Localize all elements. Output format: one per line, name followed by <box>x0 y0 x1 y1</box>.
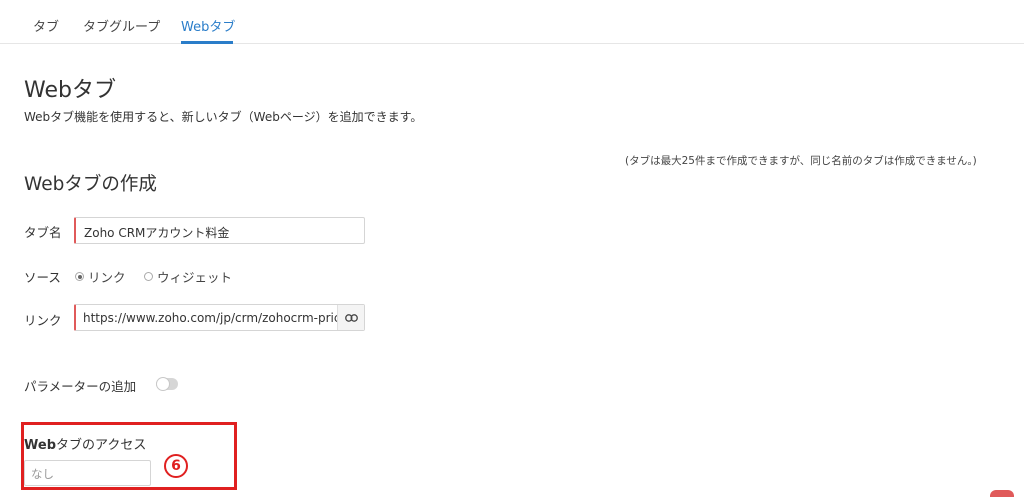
step-number-badge: 6 <box>164 454 188 478</box>
page-description: Webタブ機能を使用すると、新しいタブ（Webページ）を追加できます。 <box>24 110 423 124</box>
tab-web-tabs[interactable]: Webタブ <box>181 16 235 35</box>
web-tab-access-field[interactable]: なし <box>24 460 151 486</box>
source-option-widget-label: ウィジェット <box>157 270 233 285</box>
radio-unchecked-icon[interactable] <box>144 272 153 281</box>
source-option-link-label: リンク <box>88 270 126 285</box>
tab-tabs[interactable]: タブ <box>33 16 59 35</box>
page-title: Webタブ <box>24 78 116 103</box>
tab-name-label: タブ名 <box>24 225 62 240</box>
access-label-bold: Web <box>24 438 56 453</box>
add-parameters-toggle[interactable] <box>156 377 178 391</box>
tab-name-input[interactable]: Zoho CRMアカウント料金 <box>74 217 365 244</box>
web-tab-access-label: Webタブのアクセス <box>24 434 146 453</box>
tab-bar: タブ タブグループ Webタブ <box>0 0 1024 44</box>
toggle-knob <box>156 377 170 391</box>
access-label-rest: タブのアクセス <box>56 438 147 453</box>
link-field[interactable]: https://www.zoho.com/jp/crm/zohocrm-pric… <box>74 304 365 331</box>
active-tab-indicator <box>181 41 233 44</box>
link-input[interactable]: https://www.zoho.com/jp/crm/zohocrm-pric… <box>83 311 340 325</box>
tab-limit-note: (タブは最大25件まで作成できますが、同じ名前のタブは作成できません。) <box>625 155 977 167</box>
source-radio-widget[interactable]: ウィジェット <box>144 267 232 286</box>
link-label: リンク <box>24 313 62 328</box>
web-tab-settings-page: タブ タブグループ Webタブ Webタブ Webタブ機能を使用すると、新しいタ… <box>0 0 1024 497</box>
link-test-button[interactable] <box>337 305 364 330</box>
link-icon <box>344 313 358 322</box>
source-radio-link[interactable]: リンク <box>75 267 126 286</box>
radio-checked-icon[interactable] <box>75 272 84 281</box>
source-label: ソース <box>24 270 61 285</box>
tab-tab-groups[interactable]: タブグループ <box>83 16 160 35</box>
section-title: Webタブの作成 <box>24 174 157 195</box>
feedback-button[interactable] <box>990 490 1014 497</box>
add-parameters-label: パラメーターの追加 <box>24 379 137 394</box>
